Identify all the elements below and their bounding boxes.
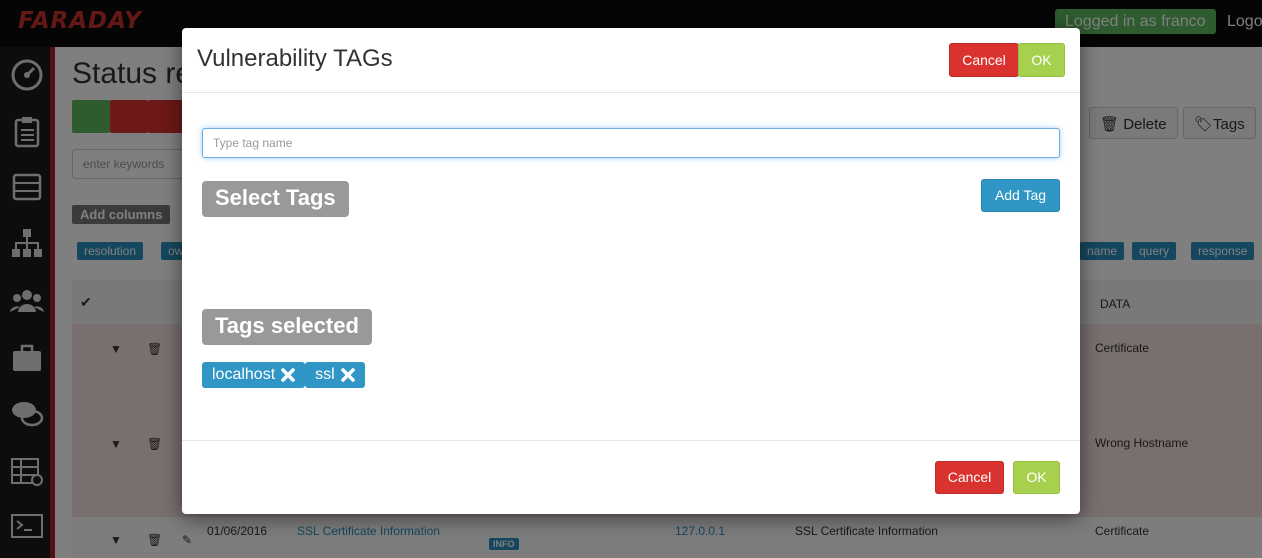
header-cancel-button[interactable]: Cancel [949, 43, 1019, 77]
modal-header: Vulnerability TAGs Cancel OK [182, 28, 1080, 93]
selected-tag-chip: localhost [202, 362, 306, 388]
tag-name-input[interactable] [202, 128, 1060, 158]
header-ok-button[interactable]: OK [1018, 43, 1065, 77]
select-tags-label: Select Tags [202, 181, 349, 217]
remove-tag-icon[interactable] [281, 368, 295, 382]
modal-title: Vulnerability TAGs [197, 45, 393, 72]
modal-footer: Cancel OK [182, 440, 1080, 514]
tag-label: localhost [212, 366, 276, 383]
tag-label: ssl [315, 366, 335, 383]
add-tag-button[interactable]: Add Tag [981, 179, 1060, 212]
footer-cancel-button[interactable]: Cancel [935, 461, 1004, 494]
selected-tags-list: localhost ssl [202, 362, 365, 388]
remove-tag-icon[interactable] [340, 368, 355, 382]
footer-ok-button[interactable]: OK [1013, 461, 1060, 494]
selected-tag-chip: ssl [305, 362, 365, 388]
vulnerability-tags-modal: Vulnerability TAGs Cancel OK Select Tags… [182, 28, 1080, 514]
tags-selected-label: Tags selected [202, 309, 372, 345]
